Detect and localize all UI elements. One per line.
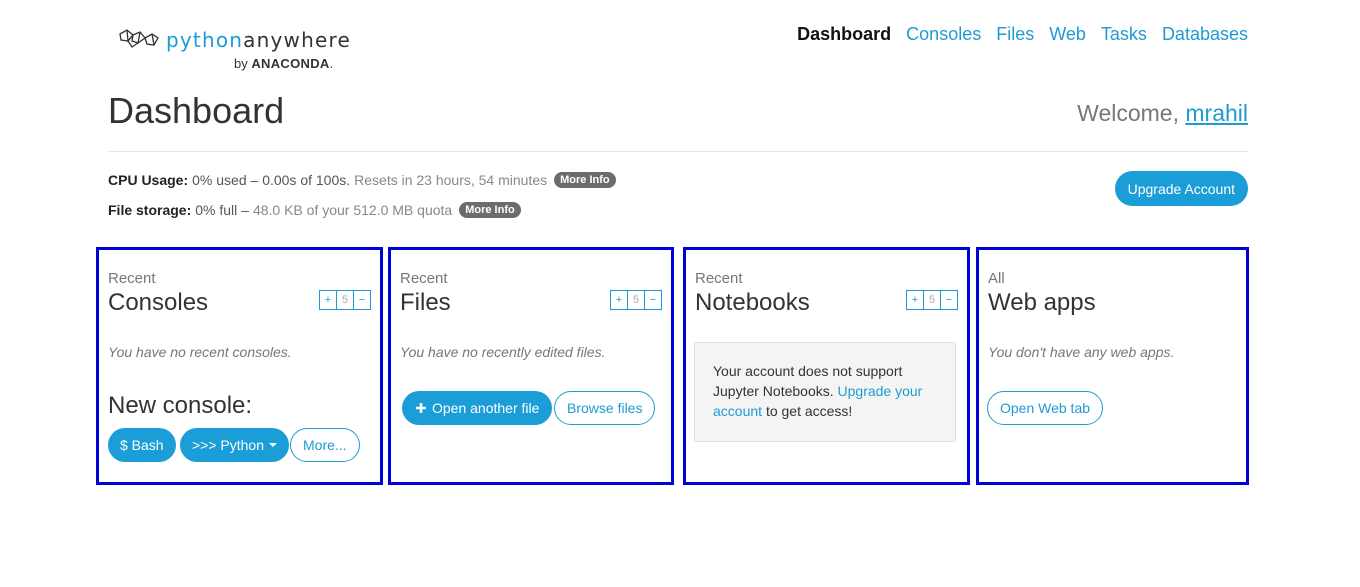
logo-company-suffix: . (329, 56, 334, 71)
consoles-panel: Recent Consoles + 5 − You have no recent… (96, 247, 383, 485)
empty-state-text: You have no recently edited files. (400, 344, 606, 360)
panel-title: Notebooks (695, 289, 810, 316)
panel-subtitle: Recent (695, 270, 743, 287)
empty-state-text: You have no recent consoles. (108, 344, 292, 360)
bash-console-button[interactable]: $ Bash (108, 428, 176, 462)
open-another-file-button[interactable]: Open another file (402, 391, 553, 425)
cpu-reset-text: Resets in 23 hours, 54 minutes (354, 172, 548, 188)
page-title: Dashboard (108, 90, 285, 131)
storage-usage-detail: 48.0 KB of your 512.0 MB quota (252, 202, 453, 218)
webapps-panel: All Web apps You don't have any web apps… (976, 247, 1249, 485)
logo-byline: by ANACONDA. (234, 56, 333, 71)
nav-consoles[interactable]: Consoles (906, 24, 981, 45)
storage-usage-label: File storage: (108, 202, 192, 218)
nav-files[interactable]: Files (996, 24, 1034, 45)
open-web-tab-label: Open Web tab (1000, 400, 1091, 416)
pythonanywhere-logo[interactable]: pythonanywhere by ANACONDA. (118, 26, 351, 74)
welcome-message: Welcome, mrahil (1077, 100, 1248, 127)
more-consoles-label: More... (303, 437, 347, 453)
cpu-usage-label: CPU Usage: (108, 172, 189, 188)
panel-title: Web apps (988, 289, 1096, 316)
item-count-value: 5 (627, 290, 645, 310)
empty-state-text: You don't have any web apps. (988, 344, 1175, 360)
python-console-label: >>> Python (192, 437, 265, 453)
notebooks-panel: Recent Notebooks + 5 − Your account does… (683, 247, 970, 485)
item-count-value: 5 (336, 290, 354, 310)
welcome-prefix: Welcome, (1077, 100, 1179, 126)
cpu-more-info-button[interactable]: More Info (554, 172, 616, 188)
logo-word-anywhere: anywhere (243, 28, 351, 52)
storage-usage-row: File storage: 0% full – 48.0 KB of your … (108, 202, 521, 218)
nav-tasks[interactable]: Tasks (1101, 24, 1147, 45)
top-navigation: Dashboard Consoles Files Web Tasks Datab… (797, 24, 1248, 45)
python-snake-logo-icon (119, 29, 159, 48)
open-another-file-label: Open another file (432, 400, 540, 416)
cpu-usage-value: 0% used – 0.00s of 100s. (192, 172, 351, 188)
decrease-count-button[interactable]: − (353, 290, 371, 310)
decrease-count-button[interactable]: − (940, 290, 958, 310)
username-link[interactable]: mrahil (1185, 100, 1248, 126)
panel-subtitle: All (988, 270, 1005, 287)
upgrade-account-button[interactable]: Upgrade Account (1114, 171, 1248, 206)
panel-title: Consoles (108, 289, 209, 316)
logo-wordmark: pythonanywhere (166, 28, 351, 52)
logo-word-python: python (166, 28, 244, 52)
storage-usage-value: 0% full – (195, 202, 249, 218)
cpu-usage-row: CPU Usage: 0% used – 0.00s of 100s. Rese… (108, 172, 616, 188)
decrease-count-button[interactable]: − (644, 290, 662, 310)
browse-files-label: Browse files (567, 400, 643, 416)
bash-console-label: $ Bash (120, 437, 164, 453)
more-consoles-button[interactable]: More... (290, 428, 360, 462)
python-console-dropdown[interactable]: >>> Python (180, 428, 290, 462)
notebooks-unsupported-notice: Your account does not support Jupyter No… (694, 342, 956, 442)
logo-company: ANACONDA (251, 56, 330, 71)
increase-count-button[interactable]: + (906, 290, 924, 310)
nav-dashboard[interactable]: Dashboard (797, 24, 891, 45)
item-count-stepper: + 5 − (610, 290, 662, 310)
notice-tail: to get access! (765, 403, 853, 419)
panel-subtitle: Recent (400, 270, 448, 287)
new-console-heading: New console: (108, 392, 253, 419)
browse-files-button[interactable]: Browse files (554, 391, 656, 425)
nav-databases[interactable]: Databases (1162, 24, 1248, 45)
panel-title: Files (400, 289, 451, 316)
increase-count-button[interactable]: + (319, 290, 337, 310)
nav-web[interactable]: Web (1049, 24, 1086, 45)
item-count-value: 5 (923, 290, 941, 310)
files-panel: Recent Files + 5 − You have no recently … (388, 247, 674, 485)
open-web-tab-button[interactable]: Open Web tab (987, 391, 1104, 425)
plus-icon (416, 403, 426, 413)
header-divider (108, 151, 1248, 152)
panel-subtitle: Recent (108, 270, 156, 287)
logo-by-text: by (234, 56, 248, 71)
increase-count-button[interactable]: + (610, 290, 628, 310)
caret-down-icon (269, 443, 278, 447)
item-count-stepper: + 5 − (319, 290, 371, 310)
item-count-stepper: + 5 − (906, 290, 958, 310)
storage-more-info-button[interactable]: More Info (459, 202, 521, 218)
